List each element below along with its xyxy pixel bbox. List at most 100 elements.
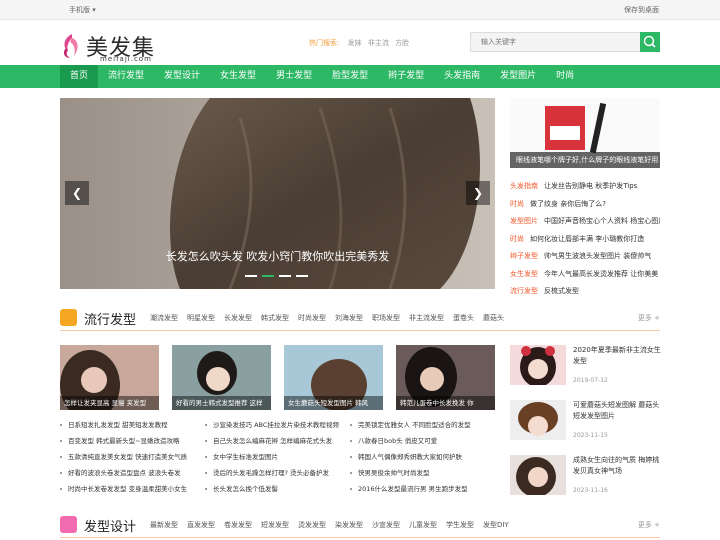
link-column: 沙宣染发技巧 ABC挂拉发片染技术教程视频 自己头发怎么编麻花辫 怎样编麻花式头…: [205, 417, 345, 497]
list-item[interactable]: 时尚 做了纹身 亲你后悔了么?: [510, 196, 660, 214]
list-item[interactable]: 韩国人气偶像郑秀妍教大家如何护肤: [350, 449, 490, 465]
list-item[interactable]: 自己头发怎么编麻花辫 怎样编麻花式头发: [205, 433, 345, 449]
subnav-link[interactable]: 蘑菇头: [483, 313, 504, 323]
article-thumbnail: [510, 400, 566, 440]
slider-dots: [245, 275, 308, 277]
list-item[interactable]: 烫后的头发毛躁怎样打理? 烫头必备护发: [205, 465, 345, 481]
slider-next-button[interactable]: ❯: [466, 181, 490, 205]
nav-item-men[interactable]: 男士发型: [266, 65, 322, 88]
logo-domain: meifaji.com: [100, 55, 152, 63]
subnav-link[interactable]: 儿童发型: [409, 520, 437, 530]
section-subnav: 最新发型 直发发型 卷发发型 短发发型 烫发发型 染发发型 沙宣发型 儿童发型 …: [150, 520, 509, 530]
subnav-link[interactable]: 潮流发型: [150, 313, 178, 323]
nav-item-pictures[interactable]: 发型图片: [490, 65, 546, 88]
subnav-link[interactable]: 最新发型: [150, 520, 178, 530]
subnav-link[interactable]: 刘海发型: [335, 313, 363, 323]
article-card[interactable]: 2020年夏季最新非主流女生发型 2019-07-12: [510, 345, 661, 400]
nav-item-home[interactable]: 首页: [60, 65, 99, 88]
search-box: [470, 32, 660, 52]
article-title[interactable]: 可爱蘑菇头短发图解 蘑菇头短发发型图片: [573, 400, 661, 422]
list-item[interactable]: 头发指南 让发丝告别静电 秋季护发Tips: [510, 178, 660, 196]
thumbnail-card[interactable]: 好看的男士韩式发型推荐 这样: [172, 345, 271, 410]
nav-item-braids[interactable]: 辫子发型: [378, 65, 434, 88]
list-item[interactable]: 发型图片 中国好声音杨宝心个人资料 杨宝心图片: [510, 213, 660, 231]
subnav-link[interactable]: 时尚发型: [298, 313, 326, 323]
subnav-link[interactable]: 染发发型: [335, 520, 363, 530]
list-item[interactable]: 八款春日bob头 俏皮又可爱: [350, 433, 490, 449]
mobile-version-link[interactable]: 手机版 ▾: [69, 5, 96, 15]
list-item[interactable]: 长头发怎么挽个低发髻: [205, 481, 345, 497]
subnav-link[interactable]: 学生发型: [446, 520, 474, 530]
promo-caption: 眼线液笔哪个牌子好,什么牌子的眼线液笔好用: [510, 152, 660, 168]
search-input[interactable]: [470, 32, 640, 52]
subnav-link[interactable]: 直发发型: [187, 520, 215, 530]
article-card[interactable]: 可爱蘑菇头短发图解 蘑菇头短发发型图片 2023-11-15: [510, 400, 660, 455]
nav-item-guide[interactable]: 头发指南: [434, 65, 490, 88]
link-column: 日系短发扎发发型 甜美短发发教程 百变发型 韩式最新头型~显嫩改造攻略 五款清纯…: [60, 417, 200, 497]
nav-item-women[interactable]: 女生发型: [210, 65, 266, 88]
list-item[interactable]: 女中学生标准发型图片: [205, 449, 345, 465]
list-item[interactable]: 日系短发扎发发型 甜美短发发教程: [60, 417, 200, 433]
section-title[interactable]: 发型设计: [84, 516, 136, 535]
hot-search-word[interactable]: 方脸: [395, 39, 409, 47]
thumbnail-card[interactable]: 韩范儿蛋卷中长发挽发 你: [396, 345, 495, 410]
hot-search-word[interactable]: 发妹: [348, 39, 362, 47]
nav-item-fashion[interactable]: 时尚: [546, 65, 584, 88]
article-date: 2019-07-12: [573, 377, 608, 384]
list-item[interactable]: 2016什么发型最流行男 男生跑步发型: [350, 481, 490, 497]
nav-item-popular[interactable]: 流行发型: [98, 65, 154, 88]
article-title[interactable]: 成熟女生向往的气质 梅婷桃发贝真女神气场: [573, 455, 661, 477]
subnav-link[interactable]: 长发发型: [224, 313, 252, 323]
site-logo[interactable]: 美发集 meifaji.com: [60, 30, 170, 66]
main-nav: 首页 流行发型 发型设计 女生发型 男士发型 脸型发型 辫子发型 头发指南 发型…: [0, 65, 720, 88]
list-item[interactable]: 五款清纯直发美女发型 快速打造美女气质: [60, 449, 200, 465]
list-item[interactable]: 时尚 如何化妆让唇部丰满 李小璐教你打造: [510, 231, 660, 249]
article-date: 2023-11-16: [573, 487, 608, 494]
search-button[interactable]: [640, 32, 660, 52]
article-card[interactable]: 成熟女生向往的气质 梅婷桃发贝真女神气场 2023-11-16: [510, 455, 660, 510]
nav-item-design[interactable]: 发型设计: [154, 65, 210, 88]
save-to-desktop-link[interactable]: 保存到桌面: [624, 5, 659, 15]
subnav-link[interactable]: 短发发型: [261, 520, 289, 530]
section-popular-icon: [60, 309, 77, 326]
side-news-list: 头发指南 让发丝告别静电 秋季护发Tips 时尚 做了纹身 亲你后悔了么? 发型图片…: [510, 178, 660, 301]
subnav-link[interactable]: 烫发发型: [298, 520, 326, 530]
list-item[interactable]: 快男吴俊余帅气时尚发型: [350, 465, 490, 481]
hero-slider[interactable]: ❮ ❯ 长发怎么吹头发 吹发小窍门教你吹出完美秀发: [60, 98, 495, 289]
flower-logo-icon: [63, 34, 78, 58]
slider-dot[interactable]: [296, 275, 308, 277]
list-item[interactable]: 完美锁定优雅女人 不同脸型适合的发型: [350, 417, 490, 433]
subnav-link[interactable]: 发型DIY: [483, 520, 509, 530]
slider-dot[interactable]: [245, 275, 257, 277]
subnav-link[interactable]: 明星发型: [187, 313, 215, 323]
list-item[interactable]: 流行发型 反梳式发型: [510, 283, 660, 301]
search-icon: [643, 35, 656, 48]
slider-dot[interactable]: [262, 275, 274, 277]
subnav-link[interactable]: 非主流发型: [409, 313, 444, 323]
section-title[interactable]: 流行发型: [84, 309, 136, 328]
slider-caption[interactable]: 长发怎么吹头发 吹发小窍门教你吹出完美秀发: [60, 248, 495, 264]
subnav-link[interactable]: 蛋卷头: [453, 313, 474, 323]
subnav-link[interactable]: 卷发发型: [224, 520, 252, 530]
list-item[interactable]: 女生发型 今年人气最高长发烫发推荐 让你美美: [510, 266, 660, 284]
promo-image[interactable]: 眼线液笔哪个牌子好,什么牌子的眼线液笔好用: [510, 98, 660, 168]
list-item[interactable]: 辫子发型 帅气男生波浪头发型图片 装傻帅气: [510, 248, 660, 266]
list-item[interactable]: 好看的波浪头卷发造型盘点 波浪头卷发: [60, 465, 200, 481]
subnav-link[interactable]: 职场发型: [372, 313, 400, 323]
hot-search-word[interactable]: 非主流: [368, 39, 389, 47]
slider-dot[interactable]: [279, 275, 291, 277]
article-title[interactable]: 2020年夏季最新非主流女生发型: [573, 345, 661, 367]
subnav-link[interactable]: 韩式发型: [261, 313, 289, 323]
list-item[interactable]: 时尚中长发卷发发型 变身温柔甜美小女生: [60, 481, 200, 497]
more-link[interactable]: 更多 +: [638, 313, 660, 323]
thumbnail-card[interactable]: 女生蘑菇头短发型图片 韩风: [284, 345, 383, 410]
subnav-link[interactable]: 沙宣发型: [372, 520, 400, 530]
slider-prev-button[interactable]: ❮: [65, 181, 89, 205]
thumbnail-card[interactable]: 怎样让发夹显高 显瘦 夹发型: [60, 345, 159, 410]
list-item[interactable]: 百变发型 韩式最新头型~显嫩改造攻略: [60, 433, 200, 449]
more-link[interactable]: 更多 +: [638, 520, 660, 530]
article-date: 2023-11-15: [573, 432, 608, 439]
nav-item-face-shape[interactable]: 脸型发型: [322, 65, 378, 88]
list-item[interactable]: 沙宣染发技巧 ABC挂拉发片染技术教程视频: [205, 417, 345, 433]
section-design-icon: [60, 516, 77, 533]
